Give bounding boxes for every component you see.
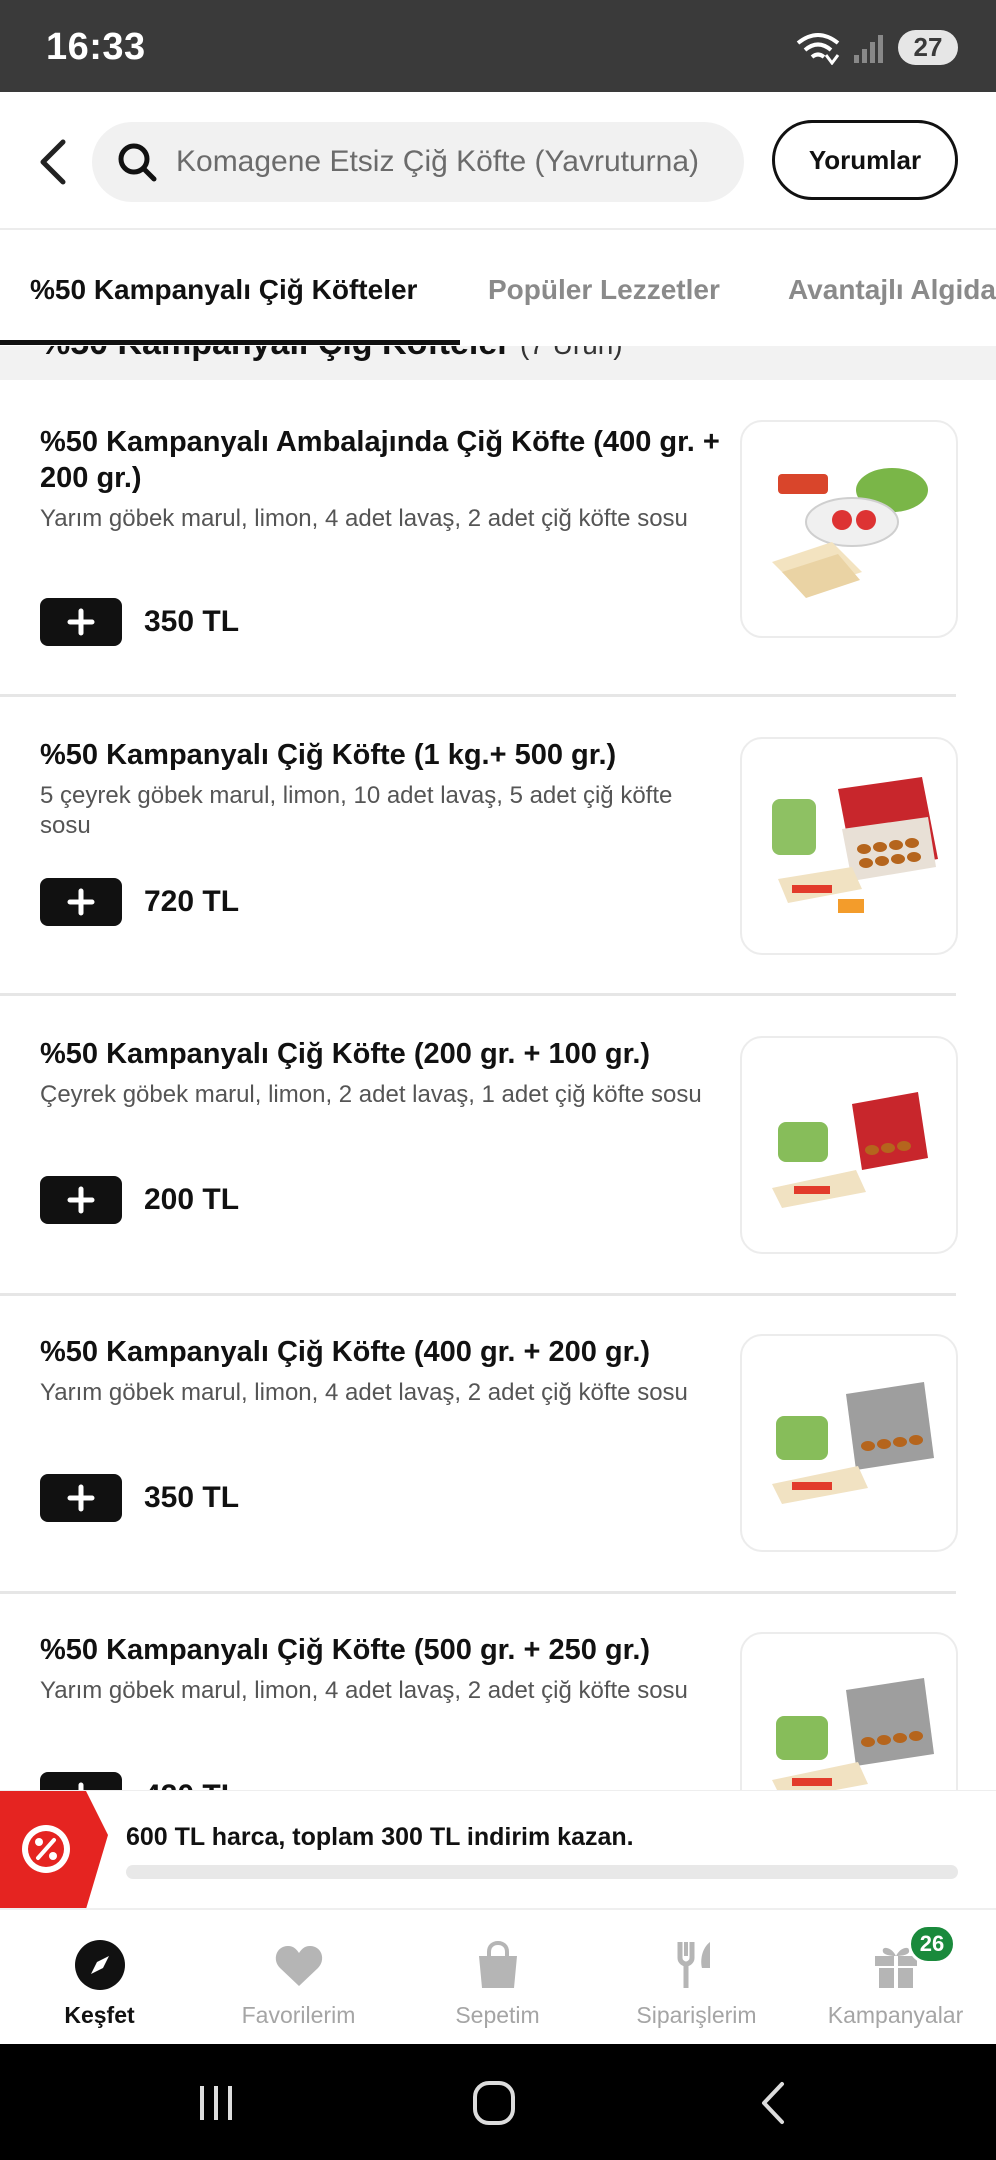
product-photo-icon bbox=[772, 468, 928, 598]
heart-icon bbox=[275, 1946, 322, 1986]
system-navigation-bar bbox=[0, 2044, 996, 2160]
product-item[interactable]: %50 Kampanyalı Çiğ Köfte (200 gr. + 100 … bbox=[0, 996, 996, 1296]
back-button[interactable] bbox=[28, 132, 76, 192]
category-tabs: %50 Kampanyalı Çiğ Köfteler Popüler Lezz… bbox=[0, 230, 996, 346]
plus-icon bbox=[78, 1782, 84, 1790]
product-description: 5 çeyrek göbek marul, limon, 10 adet lav… bbox=[40, 782, 673, 839]
nav-item-favorilerim[interactable]: Favorilerim bbox=[199, 1924, 398, 2044]
add-to-cart-button[interactable] bbox=[40, 1474, 122, 1522]
product-name: %50 Kampanyalı Çiğ Köfte (500 gr. + 250 … bbox=[40, 1634, 651, 1666]
section-title: %50 Kampanyalı Çiğ Köfteler (7 Ürün) bbox=[40, 346, 623, 363]
plus-icon bbox=[67, 1186, 95, 1214]
bottom-navigation: Keşfet Favorilerim Sepetim Siparişlerim … bbox=[0, 1908, 996, 2044]
product-image bbox=[740, 1036, 958, 1254]
product-item[interactable]: %50 Kampanyalı Çiğ Köfte (400 gr. + 200 … bbox=[0, 1294, 996, 1594]
add-to-cart-button[interactable] bbox=[40, 1176, 122, 1224]
nav-item-sepetim[interactable]: Sepetim bbox=[398, 1924, 597, 2044]
recent-apps-icon[interactable] bbox=[186, 2078, 246, 2128]
active-tab-indicator bbox=[0, 340, 460, 345]
promo-progress-bar bbox=[126, 1865, 958, 1879]
nav-label: Kampanyalar bbox=[827, 2002, 964, 2028]
section-header: %50 Kampanyalı Çiğ Köfteler (7 Ürün) bbox=[0, 346, 996, 380]
add-to-cart-button[interactable] bbox=[40, 878, 122, 926]
product-image bbox=[740, 420, 958, 638]
product-price: 200 TL bbox=[144, 1183, 240, 1216]
campaign-count-badge: 26 bbox=[908, 1924, 956, 1964]
compass-icon bbox=[74, 1940, 125, 1990]
product-price-row: 420 TL bbox=[40, 1772, 239, 1790]
status-icons: 27 bbox=[796, 30, 958, 65]
product-info: %50 Kampanyalı Çiğ Köfte (400 gr. + 200 … bbox=[40, 1334, 720, 1408]
plus-icon bbox=[67, 608, 95, 636]
discount-badge-icon bbox=[0, 1791, 108, 1909]
add-to-cart-button[interactable] bbox=[40, 598, 122, 646]
status-time: 16:33 bbox=[46, 26, 146, 68]
plus-icon bbox=[67, 1484, 95, 1512]
product-info: %50 Kampanyalı Çiğ Köfte (1 kg.+ 500 gr.… bbox=[40, 737, 720, 841]
product-image bbox=[740, 1334, 958, 1552]
battery-indicator: 27 bbox=[898, 30, 958, 65]
tab-campaign-cig-kofte[interactable]: %50 Kampanyalı Çiğ Köfteler bbox=[30, 274, 417, 306]
product-item[interactable]: %50 Kampanyalı Ambalajında Çiğ Köfte (40… bbox=[0, 380, 996, 697]
product-image bbox=[740, 737, 958, 955]
product-info: %50 Kampanyalı Çiğ Köfte (200 gr. + 100 … bbox=[40, 1036, 720, 1110]
section-count: (7 Ürün) bbox=[520, 346, 623, 360]
product-name: %50 Kampanyalı Çiğ Köfte (400 gr. + 200 … bbox=[40, 1336, 651, 1368]
nav-label: Siparişlerim bbox=[636, 2002, 757, 2028]
product-list: %50 Kampanyalı Ambalajında Çiğ Köfte (40… bbox=[0, 380, 996, 1790]
fork-knife-icon bbox=[677, 1942, 710, 1988]
product-name: %50 Kampanyalı Ambalajında Çiğ Köfte (40… bbox=[40, 426, 720, 494]
product-photo-icon bbox=[772, 1678, 934, 1790]
search-icon bbox=[118, 143, 157, 182]
product-item[interactable]: %50 Kampanyalı Çiğ Köfte (500 gr. + 250 … bbox=[0, 1592, 996, 1790]
product-image bbox=[740, 1632, 958, 1790]
store-header: Komagene Etsiz Çiğ Köfte (Yavruturna) Yo… bbox=[0, 92, 996, 230]
product-item[interactable]: %50 Kampanyalı Çiğ Köfte (1 kg.+ 500 gr.… bbox=[0, 697, 996, 996]
product-photo-icon bbox=[772, 777, 938, 913]
nav-label: Sepetim bbox=[455, 2002, 540, 2028]
product-price-row: 350 TL bbox=[40, 1474, 239, 1522]
reviews-button[interactable]: Yorumlar bbox=[772, 120, 958, 200]
nav-item-kampanyalar[interactable]: Kampanyalar 26 bbox=[796, 1924, 995, 2044]
product-description: Yarım göbek marul, limon, 4 adet lavaş, … bbox=[40, 1677, 688, 1704]
status-bar: 16:33 27 bbox=[0, 0, 996, 92]
product-price-row: 720 TL bbox=[40, 878, 239, 926]
product-name: %50 Kampanyalı Çiğ Köfte (1 kg.+ 500 gr.… bbox=[40, 739, 617, 771]
wifi-icon bbox=[796, 32, 840, 65]
product-price: 350 TL bbox=[144, 605, 240, 638]
nav-item-siparislerim[interactable]: Siparişlerim bbox=[597, 1924, 796, 2044]
nav-item-kesfet[interactable]: Keşfet bbox=[0, 1924, 199, 2044]
plus-icon bbox=[67, 888, 95, 916]
product-price: 720 TL bbox=[144, 885, 240, 918]
nav-label: Keşfet bbox=[64, 2002, 135, 2028]
product-price-row: 200 TL bbox=[40, 1176, 239, 1224]
product-photo-icon bbox=[772, 1382, 934, 1504]
product-description: Çeyrek göbek marul, limon, 2 adet lavaş,… bbox=[40, 1081, 702, 1108]
promo-text: 600 TL harca, toplam 300 TL indirim kaza… bbox=[126, 1823, 634, 1851]
product-info: %50 Kampanyalı Çiğ Köfte (500 gr. + 250 … bbox=[40, 1632, 720, 1706]
product-name: %50 Kampanyalı Çiğ Köfte (200 gr. + 100 … bbox=[40, 1038, 651, 1070]
product-price: 350 TL bbox=[144, 1481, 240, 1514]
chevron-left-icon bbox=[40, 139, 66, 185]
tab-popular[interactable]: Popüler Lezzetler bbox=[488, 274, 720, 306]
product-photo-icon bbox=[772, 1092, 928, 1208]
product-price-row: 350 TL bbox=[40, 598, 239, 646]
nav-label: Favorilerim bbox=[241, 2002, 356, 2028]
tab-algida[interactable]: Avantajlı Algida bbox=[788, 274, 996, 306]
search-input[interactable]: Komagene Etsiz Çiğ Köfte (Yavruturna) bbox=[92, 122, 744, 202]
product-description: Yarım göbek marul, limon, 4 adet lavaş, … bbox=[40, 1379, 688, 1406]
section-title-text: %50 Kampanyalı Çiğ Köfteler bbox=[40, 346, 510, 362]
promo-banner[interactable]: 600 TL harca, toplam 300 TL indirim kaza… bbox=[0, 1790, 996, 1909]
signal-icon bbox=[854, 34, 883, 63]
product-price: 420 TL bbox=[144, 1779, 239, 1790]
add-to-cart-button[interactable] bbox=[40, 1772, 122, 1790]
product-description: Yarım göbek marul, limon, 4 adet lavaş, … bbox=[40, 505, 688, 532]
search-placeholder: Komagene Etsiz Çiğ Köfte (Yavruturna) bbox=[176, 145, 700, 178]
system-back-icon[interactable] bbox=[744, 2078, 804, 2128]
bag-icon bbox=[478, 1940, 517, 1988]
product-info: %50 Kampanyalı Ambalajında Çiğ Köfte (40… bbox=[40, 424, 720, 534]
home-icon[interactable] bbox=[464, 2078, 524, 2128]
